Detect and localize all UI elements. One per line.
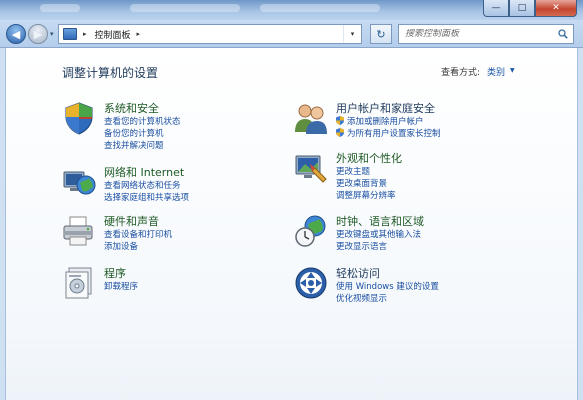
link-display-language[interactable]: 更改显示语言	[336, 241, 421, 253]
link-parental-controls[interactable]: 为所有用户设置家长控制	[336, 128, 441, 140]
link-keyboard-input[interactable]: 更改键盘或其他输入法	[336, 229, 421, 241]
category-title[interactable]: 系统和安全	[104, 100, 159, 116]
link-homegroup-sharing[interactable]: 选择家庭组和共享选项	[104, 192, 189, 204]
view-by-dropdown[interactable]: 类别	[487, 65, 505, 78]
page-title: 调整计算机的设置	[62, 66, 159, 80]
refresh-icon: ↻	[376, 27, 386, 41]
link-screen-resolution[interactable]: 调整屏幕分辨率	[336, 190, 396, 202]
control-panel-content: 调整计算机的设置 查看方式: 类别 ▼ 系统和安全 查看您的计算机状态 备份您的…	[5, 48, 578, 400]
maximize-button[interactable]: □	[509, 0, 535, 17]
category-title[interactable]: 硬件和声音	[104, 213, 159, 229]
breadcrumb-separator[interactable]: ▸	[137, 30, 141, 38]
network-globe-icon[interactable]	[61, 164, 97, 200]
link-text: 添加或删除用户帐户	[347, 117, 424, 127]
category-title[interactable]: 用户帐户和家庭安全	[336, 100, 435, 116]
link-uninstall-program[interactable]: 卸载程序	[104, 281, 138, 293]
breadcrumb-separator[interactable]: ▸	[83, 30, 87, 38]
breadcrumb-control-panel[interactable]: 控制面板	[95, 28, 131, 41]
category-title[interactable]: 外观和个性化	[336, 150, 402, 166]
link-change-theme[interactable]: 更改主题	[336, 166, 396, 178]
control-panel-icon	[63, 28, 77, 40]
search-icon[interactable]	[558, 29, 568, 39]
recent-pages-dropdown[interactable]: ▾	[50, 30, 54, 38]
link-add-remove-accounts[interactable]: 添加或删除用户帐户	[336, 116, 441, 128]
title-blur	[260, 4, 380, 12]
address-dropdown-button[interactable]: ▾	[343, 25, 361, 43]
link-add-device[interactable]: 添加设备	[104, 241, 172, 253]
programs-icon[interactable]	[61, 265, 97, 301]
window-controls: — □ ✕	[483, 0, 577, 17]
link-backup-computer[interactable]: 备份您的计算机	[104, 128, 181, 140]
minimize-button[interactable]: —	[483, 0, 509, 17]
title-bar: — □ ✕	[0, 0, 583, 20]
category-title[interactable]: 轻松访问	[336, 265, 380, 281]
navigation-bar: ◀ ▶ ▾ ▸ 控制面板 ▸ ▾ ↻	[0, 20, 583, 48]
link-network-status[interactable]: 查看网络状态和任务	[104, 180, 189, 192]
title-blur	[40, 4, 80, 12]
view-by-label: 查看方式:	[441, 68, 481, 78]
link-text: 为所有用户设置家长控制	[347, 129, 441, 139]
link-view-computer-status[interactable]: 查看您的计算机状态	[104, 116, 181, 128]
link-optimize-visual-display[interactable]: 优化视频显示	[336, 293, 439, 305]
link-desktop-background[interactable]: 更改桌面背景	[336, 178, 396, 190]
link-devices-printers[interactable]: 查看设备和打印机	[104, 229, 172, 241]
search-box[interactable]	[398, 24, 574, 44]
ease-of-access-icon[interactable]	[293, 265, 329, 301]
search-input[interactable]	[405, 29, 555, 39]
link-windows-suggested-settings[interactable]: 使用 Windows 建议的设置	[336, 281, 439, 293]
forward-button[interactable]: ▶	[28, 24, 48, 44]
category-title[interactable]: 程序	[104, 265, 126, 281]
printer-icon[interactable]	[61, 213, 97, 249]
shield-icon[interactable]	[61, 100, 97, 136]
address-bar[interactable]: ▸ 控制面板 ▸ ▾	[58, 24, 362, 44]
close-button[interactable]: ✕	[535, 0, 577, 17]
uac-shield-icon	[336, 128, 344, 137]
title-blur	[130, 4, 240, 12]
view-by-arrow-icon[interactable]: ▼	[510, 67, 515, 74]
users-icon[interactable]	[293, 100, 329, 136]
category-title[interactable]: 网络和 Internet	[104, 164, 184, 180]
link-troubleshoot[interactable]: 查找并解决问题	[104, 140, 181, 152]
category-title[interactable]: 时钟、语言和区域	[336, 213, 424, 229]
refresh-button[interactable]: ↻	[370, 24, 392, 44]
clock-globe-icon[interactable]	[293, 213, 329, 249]
appearance-icon[interactable]	[293, 150, 329, 186]
uac-shield-icon	[336, 116, 344, 125]
back-button[interactable]: ◀	[6, 24, 26, 44]
